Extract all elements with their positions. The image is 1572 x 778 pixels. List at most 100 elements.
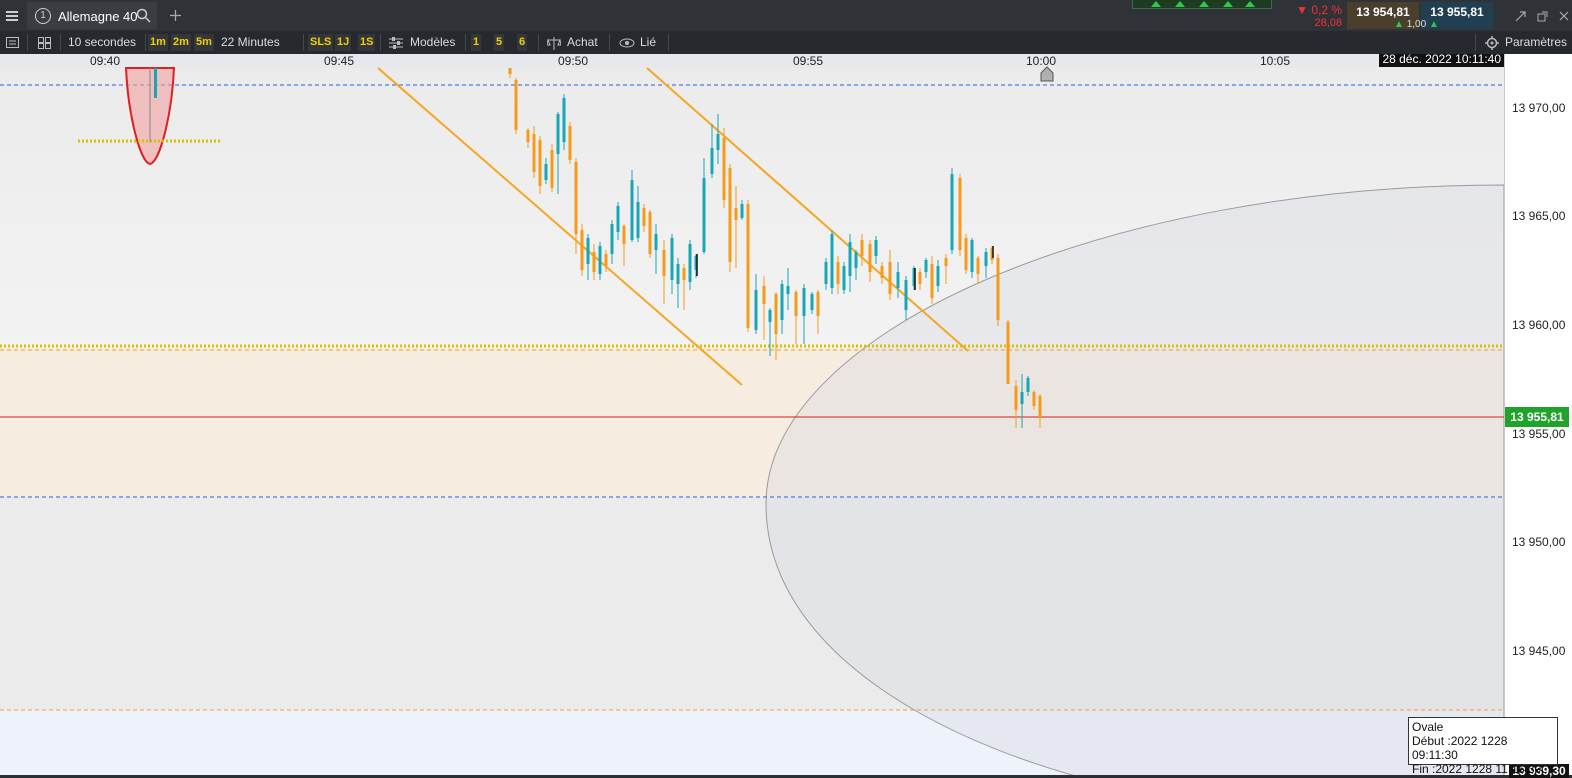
change-box: ▼ 0,2 % 28,08: [1285, 2, 1345, 29]
timeframe-1j[interactable]: 1J: [335, 34, 352, 51]
candle-body: [722, 138, 726, 200]
candle-body: [786, 286, 790, 294]
price-tick: 13 970,00: [1512, 101, 1566, 115]
expand-icon[interactable]: [1512, 8, 1528, 24]
tooltip-end: Fin :2022 1228 11:16:30: [1412, 762, 1542, 776]
candle-body: [888, 262, 892, 294]
candle-body: [780, 284, 784, 320]
duration-select[interactable]: 22 Minutes: [221, 31, 280, 54]
candle-body: [702, 178, 706, 252]
menu-icon[interactable]: [0, 0, 24, 31]
candle-body: [688, 244, 692, 282]
time-tick: 09:55: [792, 54, 824, 68]
candle-body: [1032, 392, 1036, 406]
candle-body: [1006, 322, 1010, 384]
close-icon[interactable]: [1556, 8, 1572, 24]
candle-body: [670, 238, 674, 280]
models-button[interactable]: Modèles: [410, 31, 455, 54]
candle-body: [774, 294, 778, 334]
oval-tooltip: Ovale Début :2022 1228 09:11:30 Fin :202…: [1408, 717, 1558, 776]
candle-body: [662, 250, 666, 276]
price-tick: 13 950,00: [1512, 535, 1566, 549]
candle-body: [746, 204, 750, 328]
candle-body: [654, 234, 658, 250]
candle-body: [984, 252, 988, 266]
candle-body: [642, 208, 646, 226]
candle-body: [562, 98, 566, 142]
timeframe-2m[interactable]: 2m: [171, 34, 191, 51]
candle-body: [526, 130, 530, 142]
instrument-tab[interactable]: 1 Allemagne 40: [27, 2, 157, 29]
spread-label: ▲ 1,00 ▲: [1394, 19, 1439, 30]
candle-body: [592, 252, 596, 272]
candle-body: [598, 246, 602, 274]
candle-body: [762, 286, 766, 304]
candle-body: [936, 266, 940, 286]
candle-body: [904, 280, 908, 310]
timeframe-1s[interactable]: 1S: [358, 34, 376, 51]
candle-body: [970, 240, 974, 272]
buy-mode-button[interactable]: Achat: [567, 31, 598, 54]
sls-button[interactable]: SLS: [308, 34, 334, 51]
current-price-badge: 13 955,81: [1505, 407, 1569, 427]
candle-body: [538, 140, 542, 186]
candle-body: [508, 68, 512, 74]
candle-body: [830, 234, 834, 288]
candle-body: [550, 150, 554, 188]
time-tick: 09:50: [557, 54, 589, 68]
candle-body: [768, 310, 772, 322]
interval-select[interactable]: 10 secondes: [68, 31, 136, 54]
candle-body: [586, 238, 590, 264]
time-axis: 09:40 09:45 09:50 09:55 10:00 10:05: [0, 54, 1504, 68]
quantity-5[interactable]: 5: [494, 34, 505, 51]
tooltip-title: Ovale: [1412, 720, 1444, 734]
timeframe-1m[interactable]: 1m: [148, 34, 168, 51]
candle-body: [710, 148, 714, 174]
price-axis[interactable]: 13 970,00 13 965,00 13 960,00 13 955,00 …: [1504, 54, 1572, 778]
search-icon[interactable]: [136, 8, 151, 26]
candle-body: [842, 266, 846, 290]
candle-body: [976, 258, 980, 274]
candle-body: [794, 292, 798, 316]
detach-icon[interactable]: [1534, 8, 1550, 24]
time-tick: 09:40: [89, 54, 121, 68]
instrument-name: Allemagne 40: [58, 9, 138, 24]
quantity-1[interactable]: 1: [471, 34, 482, 51]
candle-body: [1014, 386, 1018, 410]
sentiment-indicator: [1132, 0, 1272, 9]
candle-body: [868, 244, 872, 272]
candle-body: [874, 240, 878, 256]
time-tick: 10:00: [1025, 54, 1057, 68]
price-tick: 13 965,00: [1512, 209, 1566, 223]
candle-body: [154, 68, 157, 98]
candle-body: [734, 208, 738, 220]
list-icon[interactable]: [3, 34, 21, 51]
settings-button[interactable]: Paramètres: [1505, 31, 1567, 54]
price-tick: 13 955,00: [1512, 427, 1566, 441]
chart-area[interactable]: 09:40 09:45 09:50 09:55 10:00 10:05 28 d…: [0, 54, 1504, 775]
sliders-icon: [388, 35, 404, 51]
candle-body: [648, 212, 652, 254]
bid-price: 13 954,81: [1356, 5, 1410, 19]
gear-icon[interactable]: [1484, 35, 1500, 51]
eye-icon: [618, 35, 636, 51]
candle-body: [676, 264, 680, 284]
candle-body: [930, 264, 934, 298]
candle-body: [754, 290, 758, 330]
candle-body: [880, 266, 884, 278]
change-pct: 0,2 %: [1311, 3, 1342, 17]
candle-body: [532, 134, 536, 172]
price-chart[interactable]: [0, 54, 1504, 775]
candle-body: [630, 180, 634, 240]
timeframe-5m[interactable]: 5m: [194, 34, 214, 51]
layout-icon[interactable]: [35, 34, 53, 51]
add-tab-icon[interactable]: [165, 4, 185, 26]
linked-button[interactable]: Lié: [640, 31, 656, 54]
up-arrow-icon: ▲: [1428, 19, 1439, 30]
quantity-6[interactable]: 6: [517, 34, 528, 51]
candle-body: [918, 272, 922, 284]
time-tick: 09:45: [323, 54, 355, 68]
candle-body: [836, 262, 840, 284]
candle-body: [728, 168, 732, 262]
tab-number-badge: 1: [35, 8, 51, 24]
